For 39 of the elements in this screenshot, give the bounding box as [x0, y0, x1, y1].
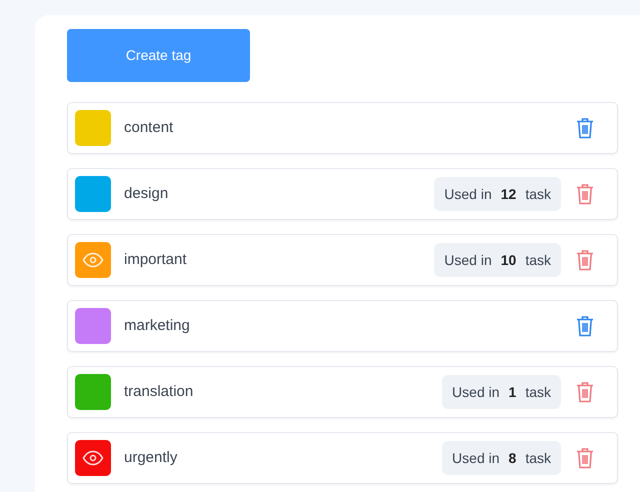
- trash-icon: [576, 117, 594, 139]
- usage-label: task: [525, 448, 551, 468]
- usage-label: Used in: [444, 184, 492, 204]
- color-swatch[interactable]: [75, 242, 111, 278]
- color-swatch[interactable]: [75, 374, 111, 410]
- trash-icon: [576, 315, 594, 337]
- usage-label: Used in: [444, 250, 492, 270]
- delete-button[interactable]: [575, 248, 595, 272]
- eye-icon: [82, 252, 104, 268]
- color-swatch[interactable]: [75, 176, 111, 212]
- eye-icon: [82, 450, 104, 466]
- color-swatch[interactable]: [75, 110, 111, 146]
- delete-button[interactable]: [575, 116, 595, 140]
- tag-name: design: [124, 184, 170, 204]
- usage-label: Used in: [452, 448, 500, 468]
- trash-icon: [576, 183, 594, 205]
- trash-icon: [576, 249, 594, 271]
- trash-icon: [576, 447, 594, 469]
- create-tag-button[interactable]: Create tag: [67, 29, 250, 82]
- usage-label: task: [525, 382, 551, 402]
- usage-count: 8: [508, 448, 516, 468]
- tag-name: marketing: [124, 316, 191, 336]
- usage-label: Used in: [452, 382, 500, 402]
- tag-name: content: [124, 118, 174, 138]
- usage-label: task: [525, 250, 551, 270]
- tag-name: urgently: [124, 448, 178, 468]
- color-swatch[interactable]: [75, 308, 111, 344]
- delete-button[interactable]: [575, 446, 595, 470]
- tag-name: important: [124, 250, 188, 270]
- tag-name: translation: [124, 382, 194, 402]
- trash-icon: [576, 381, 594, 403]
- delete-button[interactable]: [575, 182, 595, 206]
- usage-count: 12: [500, 184, 516, 204]
- usage-count: 10: [500, 250, 516, 270]
- delete-button[interactable]: [575, 380, 595, 404]
- color-swatch[interactable]: [75, 440, 111, 476]
- usage-count: 1: [508, 382, 516, 402]
- delete-button[interactable]: [575, 314, 595, 338]
- usage-label: task: [525, 184, 551, 204]
